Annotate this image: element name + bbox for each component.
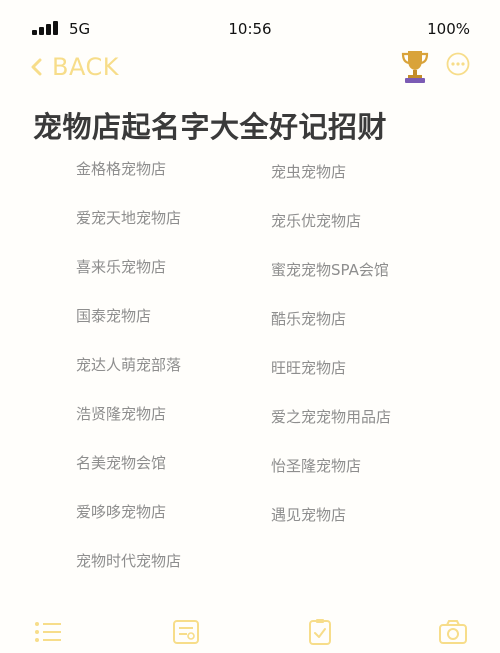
list-item: 宠虫宠物店 xyxy=(271,163,347,181)
list-item: 酷乐宠物店 xyxy=(271,310,347,328)
camera-icon[interactable] xyxy=(438,618,468,646)
nav-bar: BACK xyxy=(0,44,500,90)
list-item: 金格格宠物店 xyxy=(76,160,167,178)
list-item: 怡圣隆宠物店 xyxy=(271,457,362,475)
list-item: 宠物时代宠物店 xyxy=(76,552,182,570)
clipboard-icon[interactable] xyxy=(305,618,335,646)
list-item: 遇见宠物店 xyxy=(271,506,347,524)
list-item: 喜来乐宠物店 xyxy=(76,258,167,276)
status-time: 10:56 xyxy=(228,20,272,38)
chevron-left-icon xyxy=(31,58,42,76)
list-item: 爱哆哆宠物店 xyxy=(76,503,167,521)
more-circle-icon[interactable] xyxy=(446,52,470,76)
list-item: 名美宠物会馆 xyxy=(76,454,167,472)
name-column-left: 金格格宠物店 爱宠天地宠物店 喜来乐宠物店 国泰宠物店 宠达人萌宠部落 浩贤隆宠… xyxy=(76,150,181,591)
trophy-icon[interactable] xyxy=(400,48,430,84)
list-item: 旺旺宠物店 xyxy=(271,359,347,377)
list-item: 爱宠天地宠物店 xyxy=(76,209,182,227)
page-title: 宠物店起名字大全好记招财 xyxy=(33,110,388,144)
list-item: 宠乐优宠物店 xyxy=(271,212,362,230)
list-item: 国泰宠物店 xyxy=(76,307,152,325)
back-label: BACK xyxy=(52,53,119,81)
list-item: 爱之宠宠物用品店 xyxy=(271,408,392,426)
name-column-right: 宠虫宠物店 宠乐优宠物店 蜜宠宠物SPA会馆 酷乐宠物店 旺旺宠物店 爱之宠宠物… xyxy=(271,150,391,545)
list-icon[interactable] xyxy=(33,618,63,646)
list-item: 宠达人萌宠部落 xyxy=(76,356,182,374)
battery-level: 100% xyxy=(427,20,470,38)
tab-bar xyxy=(0,612,500,653)
note-icon[interactable] xyxy=(171,618,201,646)
status-bar: 5G 10:56 100% xyxy=(0,0,500,44)
list-item: 浩贤隆宠物店 xyxy=(76,405,167,423)
list-item: 蜜宠宠物SPA会馆 xyxy=(271,261,389,279)
back-button[interactable]: BACK xyxy=(30,51,119,83)
